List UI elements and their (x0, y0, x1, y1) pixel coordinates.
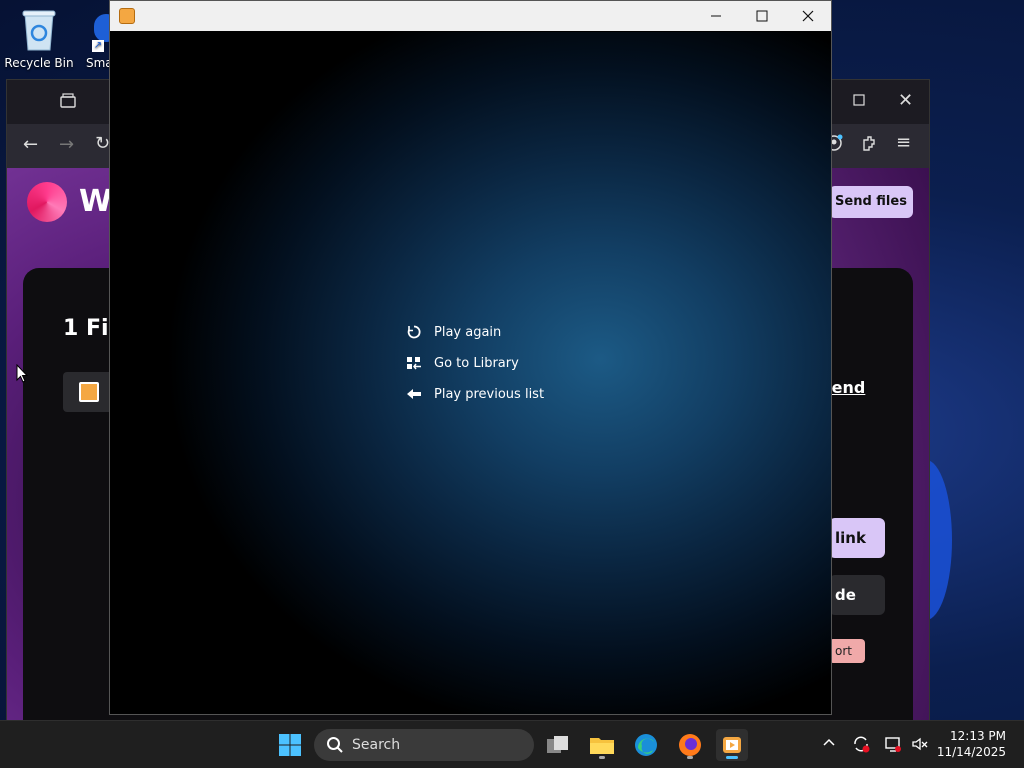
active-indicator (726, 756, 738, 759)
file-explorer-button[interactable] (586, 729, 618, 761)
volume-muted-icon[interactable] (911, 735, 929, 757)
forward-arrow-icon[interactable]: → (59, 134, 74, 155)
player-title-bar (110, 1, 831, 31)
go-to-library-label: Go to Library (434, 355, 519, 371)
media-player-icon (723, 737, 741, 753)
maximize-icon (756, 10, 768, 22)
recycle-bin-label: Recycle Bin (4, 56, 74, 70)
media-player-window[interactable]: Play again Go to Library Play previous l… (109, 0, 832, 715)
mouse-cursor-icon (16, 363, 29, 388)
site-logo-icon (27, 182, 67, 222)
maximize-button[interactable] (739, 1, 785, 31)
back-arrow-icon (406, 386, 422, 402)
clock-date: 11/14/2025 (936, 745, 1006, 759)
recycle-bin-icon (19, 8, 59, 52)
get-link-button[interactable]: link (829, 518, 885, 558)
taskbar-search[interactable]: Search (314, 729, 534, 761)
browser-close-icon[interactable]: ✕ (898, 90, 913, 111)
recycle-bin-shortcut[interactable]: Recycle Bin (3, 8, 75, 70)
site-logo-letter: W (79, 184, 113, 219)
media-player-taskbar-button[interactable] (716, 729, 748, 761)
back-arrow-icon[interactable]: ← (23, 134, 38, 155)
taskbar: Search 12:13 PM 11/14/2025 (0, 720, 1024, 768)
shortcut-label: Sma (86, 56, 110, 70)
video-area[interactable]: Play again Go to Library Play previous l… (110, 32, 831, 714)
play-previous-list-label: Play previous list (434, 386, 545, 402)
sync-status-icon[interactable] (852, 735, 870, 757)
system-clock[interactable]: 12:13 PM 11/14/2025 (937, 728, 1006, 760)
firefox-button[interactable] (674, 729, 706, 761)
file-type-icon (79, 382, 99, 402)
search-icon (327, 737, 343, 753)
close-icon (802, 10, 814, 22)
network-icon[interactable] (884, 735, 902, 757)
edge-button[interactable] (630, 729, 662, 761)
desktop-shortcut-sma[interactable]: ↗ Sma (76, 8, 110, 70)
code-button[interactable]: de (829, 575, 885, 615)
running-indicator (599, 756, 605, 759)
browser-maximize-icon[interactable] (852, 92, 866, 111)
firefox-icon (679, 734, 701, 756)
shortcut-app-icon: ↗ (86, 8, 110, 52)
play-again-item[interactable]: Play again (406, 324, 501, 340)
media-player-app-icon (119, 8, 135, 24)
send-files-button[interactable]: Send files (829, 186, 913, 218)
close-button[interactable] (785, 1, 831, 31)
task-view-button[interactable] (542, 729, 574, 761)
play-previous-list-item[interactable]: Play previous list (406, 386, 544, 402)
minimize-icon (711, 15, 721, 17)
search-label: Search (352, 737, 401, 753)
replay-icon (406, 324, 422, 340)
minimize-button[interactable] (693, 1, 739, 31)
report-button[interactable]: ort (829, 639, 865, 663)
tab-overview-icon[interactable] (59, 92, 77, 114)
go-to-library-item[interactable]: Go to Library (406, 355, 519, 371)
running-indicator (687, 756, 693, 759)
shortcut-arrow-icon: ↗ (92, 40, 104, 52)
windows-logo-icon (279, 734, 301, 756)
edge-icon (635, 734, 657, 756)
library-icon (406, 355, 422, 371)
clock-time: 12:13 PM (950, 729, 1006, 743)
play-again-label: Play again (434, 324, 502, 340)
start-button[interactable] (274, 729, 306, 761)
menu-hamburger-icon[interactable]: ≡ (896, 132, 911, 153)
show-hidden-icons-chevron-icon[interactable] (822, 735, 836, 753)
reload-icon[interactable]: ↻ (95, 133, 110, 154)
task-view-icon (547, 736, 568, 753)
extensions-icon[interactable] (860, 134, 878, 156)
folder-icon (590, 738, 614, 754)
